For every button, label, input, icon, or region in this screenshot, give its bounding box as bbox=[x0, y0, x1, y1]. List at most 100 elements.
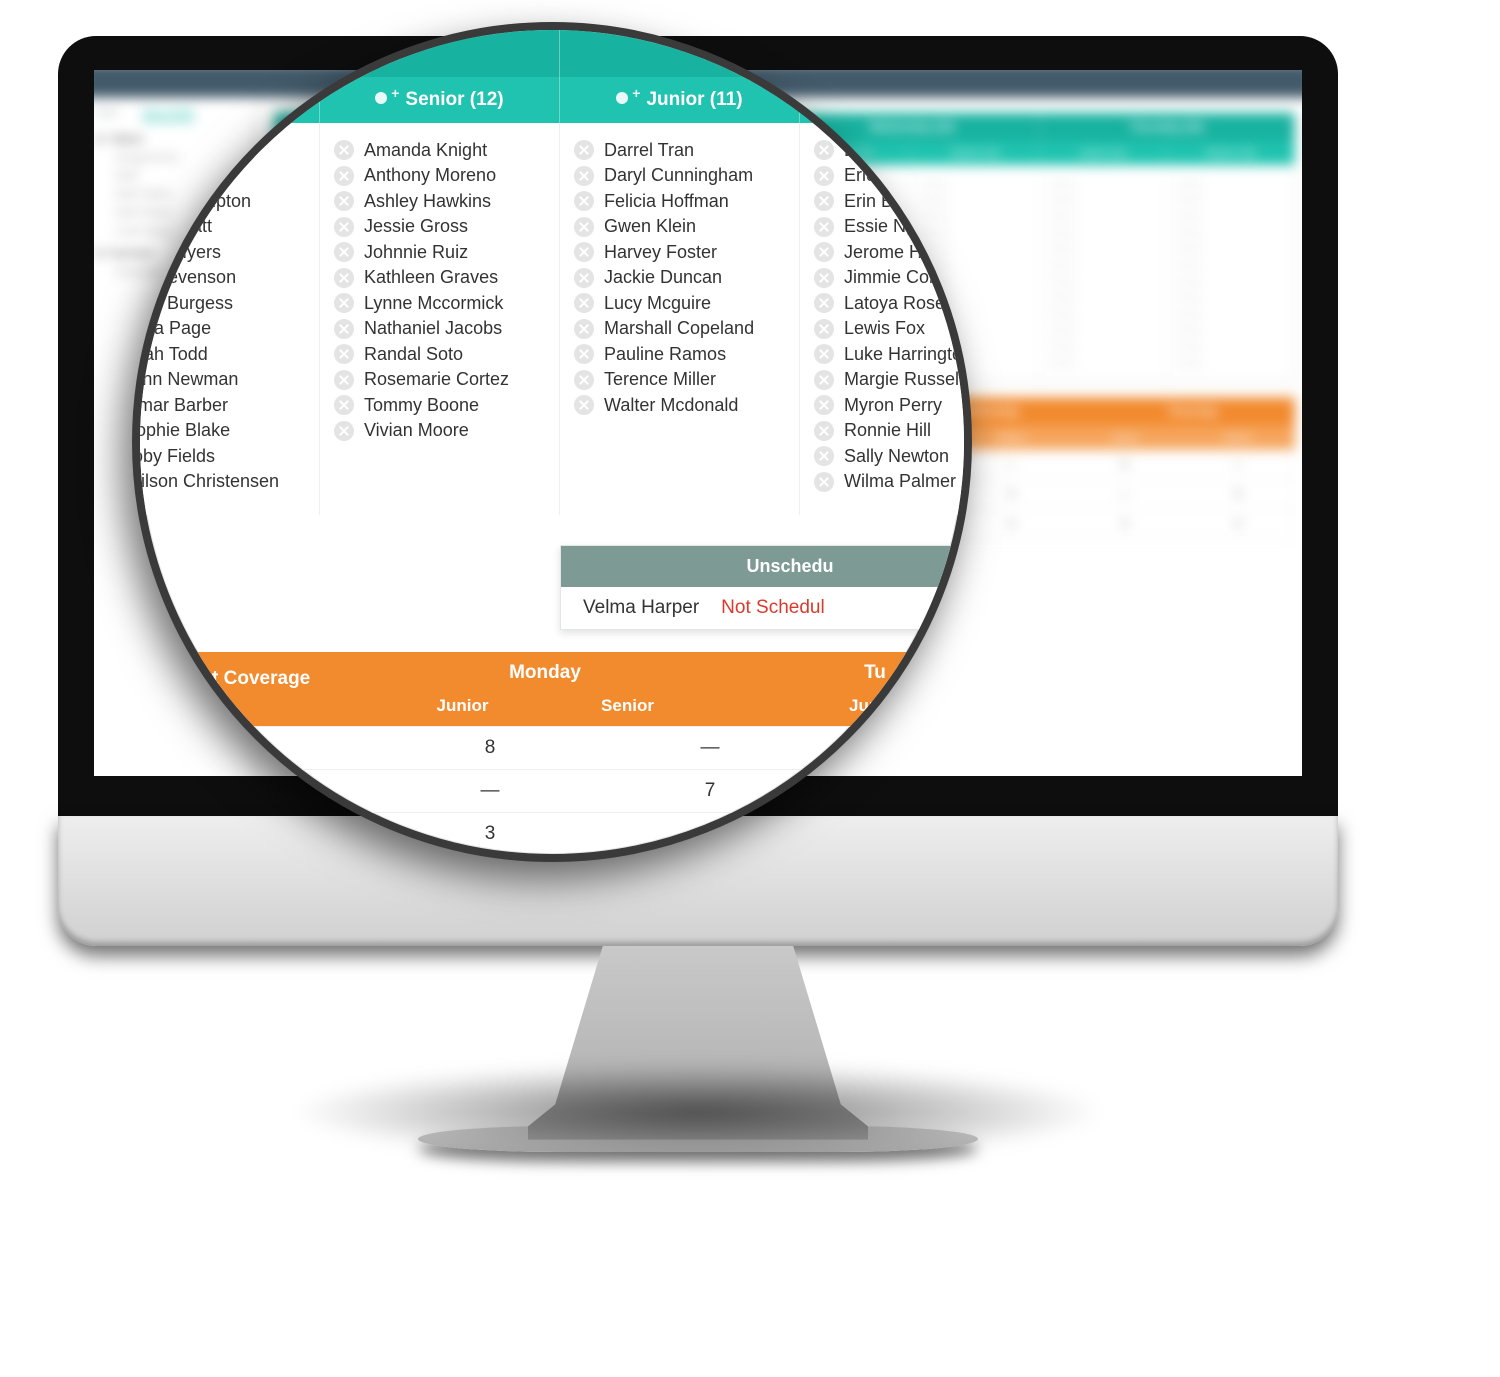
group-header-junior-tue[interactable]: Junior (11) bbox=[560, 77, 800, 123]
remove-icon[interactable] bbox=[814, 217, 834, 237]
remove-icon[interactable] bbox=[334, 166, 354, 186]
roster-person[interactable]: Gwen Klein bbox=[574, 216, 785, 237]
roster-person[interactable]: Marshall Copeland bbox=[574, 318, 785, 339]
roster-person[interactable]: Eric Gord bbox=[814, 165, 972, 186]
remove-icon[interactable] bbox=[814, 421, 834, 441]
remove-icon[interactable] bbox=[814, 395, 834, 415]
remove-icon[interactable] bbox=[814, 166, 834, 186]
person-name: Ronnie Hill bbox=[844, 420, 931, 441]
remove-icon[interactable] bbox=[334, 421, 354, 441]
roster-person[interactable]: Doug Myers bbox=[132, 242, 305, 263]
remove-icon[interactable] bbox=[574, 370, 594, 390]
remove-icon[interactable] bbox=[574, 293, 594, 313]
roster-person[interactable]: Lewis Fox bbox=[814, 318, 972, 339]
roster-person[interactable]: Jose Burgess bbox=[132, 293, 305, 314]
roster-person[interactable]: Antonio Tate bbox=[132, 165, 305, 186]
roster-person[interactable]: Johnnie Ruiz bbox=[334, 242, 545, 263]
unscheduled-row[interactable]: Velma Harper Not Schedul bbox=[561, 587, 972, 629]
remove-icon[interactable] bbox=[574, 319, 594, 339]
roster-person[interactable]: Sally Newton bbox=[814, 446, 972, 467]
remove-icon[interactable] bbox=[814, 140, 834, 160]
remove-icon[interactable] bbox=[334, 370, 354, 390]
roster-person[interactable]: Latoya Rose bbox=[814, 293, 972, 314]
sidebar-tab-edit[interactable]: EDIT bbox=[96, 108, 119, 121]
remove-icon[interactable] bbox=[334, 344, 354, 364]
roster-person[interactable]: Terence Miller bbox=[574, 369, 785, 390]
roster-person[interactable]: Daniel bbox=[814, 140, 972, 161]
add-person-icon[interactable] bbox=[905, 89, 927, 111]
remove-icon[interactable] bbox=[814, 319, 834, 339]
roster-person[interactable]: Jackie Duncan bbox=[574, 267, 785, 288]
roster-person[interactable]: Lynn Newman bbox=[132, 369, 305, 390]
remove-icon[interactable] bbox=[334, 217, 354, 237]
roster-person[interactable]: Lucy Mcguire bbox=[574, 293, 785, 314]
roster-person[interactable]: Felicia Hoffman bbox=[574, 191, 785, 212]
roster-person[interactable]: Becky Hampton bbox=[132, 191, 305, 212]
remove-icon[interactable] bbox=[334, 242, 354, 262]
remove-icon[interactable] bbox=[814, 293, 834, 313]
remove-icon[interactable] bbox=[574, 242, 594, 262]
roster-person[interactable]: Essie Nguyen bbox=[814, 216, 972, 237]
roster-person[interactable]: Luke Harrington bbox=[814, 344, 972, 365]
remove-icon[interactable] bbox=[814, 446, 834, 466]
remove-icon[interactable] bbox=[334, 268, 354, 288]
roster-person[interactable]: Margie Russell bbox=[814, 369, 972, 390]
roster-person[interactable]: Omar Barber bbox=[132, 395, 305, 416]
group-header-senior-tue[interactable] bbox=[800, 77, 972, 123]
roster-person[interactable]: Ada Shaw bbox=[132, 140, 305, 161]
roster-person[interactable]: Sophie Blake bbox=[132, 420, 305, 441]
roster-person[interactable]: Ashley Hawkins bbox=[334, 191, 545, 212]
roster-person[interactable]: Lana Page bbox=[132, 318, 305, 339]
remove-icon[interactable] bbox=[334, 319, 354, 339]
roster-person[interactable]: Vivian Moore bbox=[334, 420, 545, 441]
roster-person[interactable]: Ed Stevenson bbox=[132, 267, 305, 288]
remove-icon[interactable] bbox=[334, 140, 354, 160]
roster-person[interactable]: Pauline Ramos bbox=[574, 344, 785, 365]
remove-icon[interactable] bbox=[814, 191, 834, 211]
roster-person[interactable]: Ronnie Hill bbox=[814, 420, 972, 441]
group-header-senior-mon[interactable]: Senior (12) bbox=[320, 77, 560, 123]
coverage-table: Subject Coverage Monday Junior Senior Tu… bbox=[132, 652, 972, 855]
roster-person[interactable]: Toby Fields bbox=[132, 446, 305, 467]
remove-icon[interactable] bbox=[574, 191, 594, 211]
roster-person[interactable]: Harvey Foster bbox=[574, 242, 785, 263]
add-person-icon[interactable] bbox=[375, 89, 397, 111]
remove-icon[interactable] bbox=[334, 191, 354, 211]
roster-person[interactable]: Darrel Tran bbox=[574, 140, 785, 161]
roster-person[interactable]: Kathleen Graves bbox=[334, 267, 545, 288]
roster-person[interactable]: Nathaniel Jacobs bbox=[334, 318, 545, 339]
remove-icon[interactable] bbox=[814, 370, 834, 390]
remove-icon[interactable] bbox=[334, 293, 354, 313]
roster-person[interactable]: Lynne Mccormick bbox=[334, 293, 545, 314]
roster-person[interactable]: Jerome Haynes bbox=[814, 242, 972, 263]
roster-person[interactable]: Anthony Moreno bbox=[334, 165, 545, 186]
roster-person[interactable]: Erin Becker bbox=[814, 191, 972, 212]
remove-icon[interactable] bbox=[814, 268, 834, 288]
roster-person[interactable]: Jessie Gross bbox=[334, 216, 545, 237]
roster-person[interactable]: Daryl Cunningham bbox=[574, 165, 785, 186]
remove-icon[interactable] bbox=[574, 166, 594, 186]
remove-icon[interactable] bbox=[334, 395, 354, 415]
remove-icon[interactable] bbox=[574, 344, 594, 364]
add-person-icon[interactable] bbox=[616, 89, 638, 111]
remove-icon[interactable] bbox=[574, 268, 594, 288]
remove-icon[interactable] bbox=[574, 140, 594, 160]
roster-person[interactable]: Blake Pratt bbox=[132, 216, 305, 237]
person-name: Omar Barber bbox=[132, 395, 228, 416]
roster-person[interactable]: Wilma Palmer bbox=[814, 471, 972, 492]
group-header-junior-mon[interactable]: (14) bbox=[132, 77, 320, 123]
roster-person[interactable]: Jimmie Collins bbox=[814, 267, 972, 288]
roster-person[interactable]: Rosemarie Cortez bbox=[334, 369, 545, 390]
roster-person[interactable]: Myron Perry bbox=[814, 395, 972, 416]
remove-icon[interactable] bbox=[814, 472, 834, 492]
roster-person[interactable]: Wilson Christensen bbox=[132, 471, 305, 492]
remove-icon[interactable] bbox=[814, 344, 834, 364]
remove-icon[interactable] bbox=[814, 242, 834, 262]
remove-icon[interactable] bbox=[574, 395, 594, 415]
roster-person[interactable]: Walter Mcdonald bbox=[574, 395, 785, 416]
roster-person[interactable]: Randal Soto bbox=[334, 344, 545, 365]
remove-icon[interactable] bbox=[574, 217, 594, 237]
roster-person[interactable]: Leah Todd bbox=[132, 344, 305, 365]
roster-person[interactable]: Amanda Knight bbox=[334, 140, 545, 161]
roster-person[interactable]: Tommy Boone bbox=[334, 395, 545, 416]
